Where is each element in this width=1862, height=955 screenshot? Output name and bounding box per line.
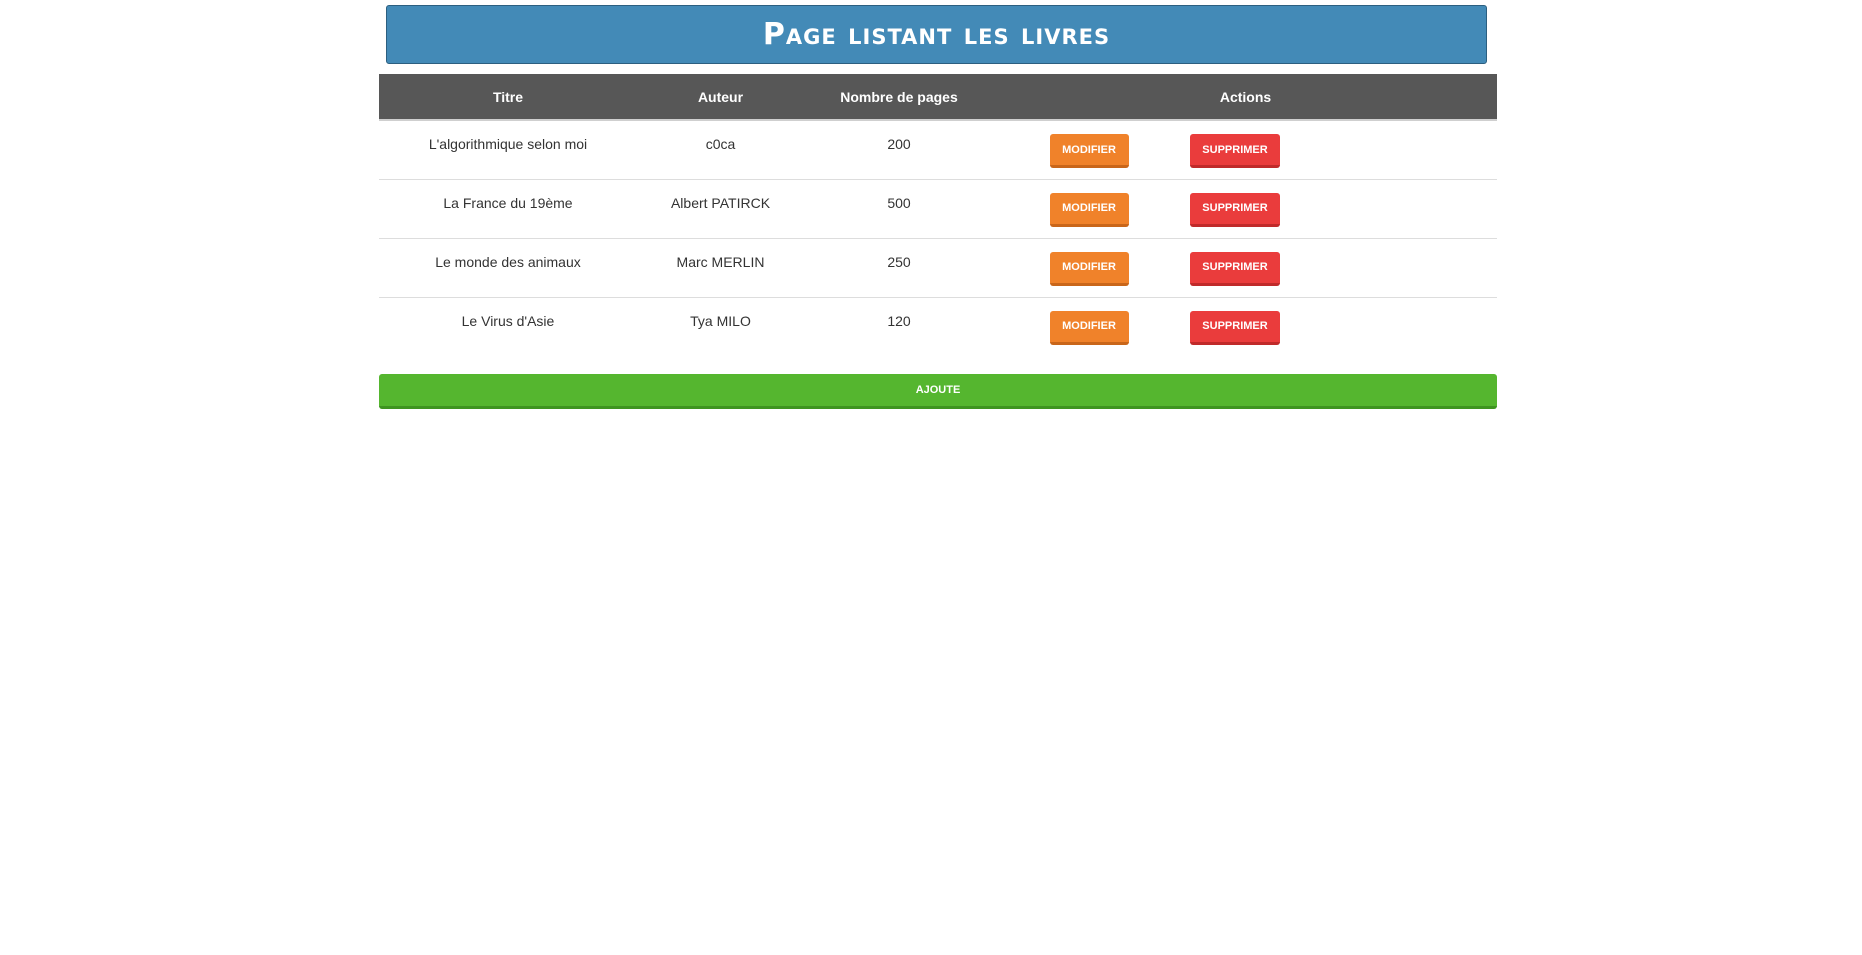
table-row: Le Virus d'Asie Tya MILO 120 MODIFIER SU… [379, 297, 1497, 356]
cell-delete: SUPPRIMER [1184, 120, 1497, 179]
header-titre: Titre [379, 74, 637, 121]
cell-edit: MODIFIER [994, 179, 1184, 238]
cell-pages: 120 [887, 312, 911, 329]
edit-button[interactable]: MODIFIER [1049, 310, 1129, 345]
cell-titre: Le Virus d'Asie [461, 312, 555, 329]
cell-edit: MODIFIER [994, 238, 1184, 297]
add-button[interactable]: AJOUTE [379, 374, 1497, 409]
cell-auteur: Albert PATIRCK [670, 194, 771, 211]
edit-button[interactable]: MODIFIER [1049, 192, 1129, 227]
table-header-row: Titre Auteur Nombre de pages Actions [379, 74, 1497, 121]
table-row: La France du 19ème Albert PATIRCK 500 MO… [379, 179, 1497, 238]
delete-button[interactable]: SUPPRIMER [1190, 310, 1280, 345]
cell-pages: 500 [887, 194, 911, 211]
cell-titre: Le monde des animaux [435, 253, 581, 270]
edit-button[interactable]: MODIFIER [1049, 251, 1129, 286]
cell-edit: MODIFIER [994, 120, 1184, 179]
cell-auteur: c0ca [705, 136, 736, 152]
edit-button[interactable]: MODIFIER [1049, 134, 1129, 168]
cell-delete: SUPPRIMER [1184, 297, 1497, 356]
page-title: Page listant les livres [762, 17, 1111, 52]
delete-button[interactable]: SUPPRIMER [1190, 192, 1280, 227]
cell-titre: L'algorithmique selon moi [428, 136, 588, 152]
cell-auteur: Tya MILO [690, 312, 751, 329]
cell-pages: 200 [887, 136, 911, 152]
table-row: L'algorithmique selon moi c0ca 200 MODIF… [379, 120, 1497, 179]
cell-auteur: Marc MERLIN [676, 253, 765, 270]
header-auteur: Auteur [637, 74, 804, 121]
books-table: Titre Auteur Nombre de pages Actions L'a… [379, 74, 1497, 356]
cell-delete: SUPPRIMER [1184, 238, 1497, 297]
header-actions: Actions [994, 74, 1497, 121]
cell-titre: La France du 19ème [443, 194, 573, 211]
cell-pages: 250 [887, 253, 911, 270]
table-row: Le monde des animaux Marc MERLIN 250 MOD… [379, 238, 1497, 297]
cell-delete: SUPPRIMER [1184, 179, 1497, 238]
delete-button[interactable]: SUPPRIMER [1190, 134, 1280, 168]
header-pages: Nombre de pages [804, 74, 994, 121]
page-banner: Page listant les livres [386, 5, 1487, 64]
cell-edit: MODIFIER [994, 297, 1184, 356]
delete-button[interactable]: SUPPRIMER [1190, 251, 1280, 286]
